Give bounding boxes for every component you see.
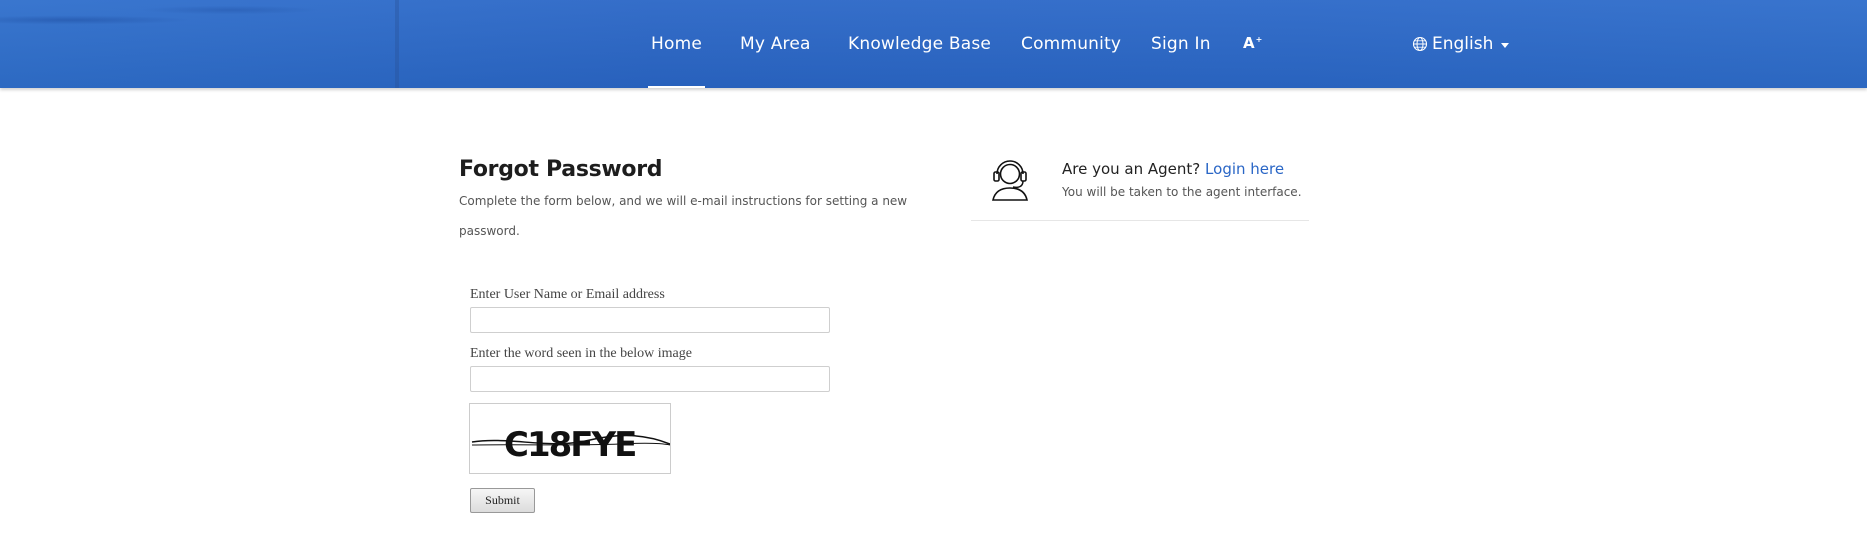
nav-home[interactable]: Home [647, 31, 706, 88]
nav-knowledge-base[interactable]: Knowledge Base [848, 31, 991, 57]
captcha-label: Enter the word seen in the below image [470, 346, 692, 361]
headset-agent-icon [992, 160, 1028, 201]
main-nav: Home My Area Knowledge Base Community Si… [0, 0, 1867, 88]
font-size-icon[interactable]: A+ [1243, 34, 1262, 52]
agent-login-link[interactable]: Login here [1205, 160, 1284, 178]
agent-subtext: You will be taken to the agent interface… [1062, 185, 1302, 199]
submit-button[interactable]: Submit [470, 488, 535, 513]
agent-question-line: Are you an Agent? Login here [1062, 160, 1284, 178]
language-selector[interactable]: English [1412, 31, 1510, 57]
page-description: Complete the form below, and we will e-m… [459, 194, 908, 238]
font-size-icon-letter: A [1243, 34, 1255, 52]
font-size-icon-plus: + [1255, 35, 1263, 44]
nav-community[interactable]: Community [1021, 31, 1121, 57]
nav-my-area[interactable]: My Area [740, 31, 811, 57]
captcha-input[interactable] [470, 366, 830, 392]
page: Home My Area Knowledge Base Community Si… [0, 0, 1867, 559]
nav-sign-in[interactable]: Sign In [1151, 31, 1211, 57]
chevron-down-icon [1501, 43, 1510, 48]
agent-login-box: Are you an Agent? Login here You will be… [971, 150, 1309, 221]
agent-question: Are you an Agent? [1062, 160, 1201, 178]
username-label: Enter User Name or Email address [470, 287, 665, 302]
language-label: English [1432, 34, 1494, 54]
page-title: Forgot Password [459, 157, 663, 182]
globe-icon [1412, 36, 1428, 52]
username-input[interactable] [470, 307, 830, 333]
captcha-image: C18FYE [469, 403, 671, 474]
top-header: Home My Area Knowledge Base Community Si… [0, 0, 1867, 88]
